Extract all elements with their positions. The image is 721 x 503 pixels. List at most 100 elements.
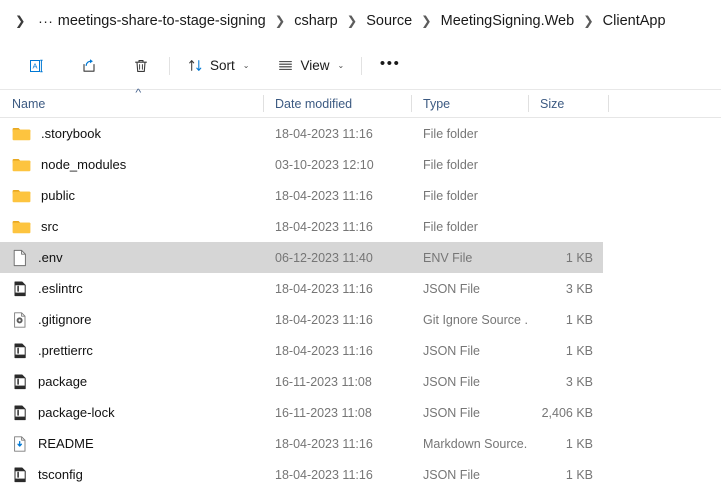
file-date: 18-04-2023 11:16 bbox=[275, 127, 373, 141]
chevron-down-icon: ⌄ bbox=[241, 62, 250, 70]
file-name: .storybook bbox=[41, 126, 101, 141]
folder-icon bbox=[12, 157, 31, 173]
table-row[interactable]: README18-04-2023 11:16Markdown Source...… bbox=[0, 428, 721, 459]
cell-date-modified: 16-11-2023 11:08 bbox=[263, 366, 411, 397]
table-row[interactable]: public 18-04-2023 11:16 File folder bbox=[0, 180, 721, 211]
column-header-date-label: Date modified bbox=[275, 97, 352, 111]
cell-size bbox=[528, 118, 603, 149]
table-row[interactable]: .prettierrc18-04-2023 11:16JSON File1 KB bbox=[0, 335, 721, 366]
table-row[interactable]: src18-04-2023 11:16File folder bbox=[0, 211, 721, 242]
table-row[interactable]: tsconfig18-04-2023 11:16JSON File1 KB bbox=[0, 459, 721, 490]
view-icon bbox=[277, 57, 294, 74]
cell-size: 1 KB bbox=[528, 304, 603, 335]
table-row[interactable]: .env06-12-2023 11:40ENV File1 KB bbox=[0, 242, 721, 273]
json-file-icon bbox=[12, 466, 28, 484]
delete-button[interactable] bbox=[122, 50, 160, 82]
cell-date-modified: 18-04-2023 11:16 bbox=[263, 459, 411, 490]
cell-name: .storybook bbox=[0, 118, 263, 149]
row-content: package16-11-2023 11:08JSON File3 KB bbox=[0, 366, 603, 397]
column-headers: Name Date modified Type Size ^ bbox=[0, 90, 721, 118]
table-row[interactable]: .eslintrc18-04-2023 11:16JSON File3 KB bbox=[0, 273, 721, 304]
column-header-type-label: Type bbox=[423, 97, 450, 111]
column-header-name[interactable]: Name bbox=[0, 90, 263, 117]
file-explorer-window: ❯ ... meetings-share-to-stage-signing ❯ … bbox=[0, 0, 721, 503]
table-row[interactable]: .gitignore18-04-2023 11:16Git Ignore Sou… bbox=[0, 304, 721, 335]
breadcrumb-item-1[interactable]: csharp bbox=[294, 14, 338, 29]
sort-label: Sort bbox=[210, 58, 235, 73]
file-date: 18-04-2023 11:16 bbox=[275, 468, 373, 482]
cell-size bbox=[528, 211, 603, 242]
cell-name: README bbox=[0, 428, 263, 459]
cell-name: .eslintrc bbox=[0, 273, 263, 304]
column-header-size[interactable]: Size bbox=[528, 90, 608, 117]
file-size: 3 KB bbox=[566, 375, 593, 389]
cell-size: 2,406 KB bbox=[528, 397, 603, 428]
cell-date-modified: 18-04-2023 11:16 bbox=[263, 211, 411, 242]
json-file-icon bbox=[12, 404, 28, 422]
file-type: File folder bbox=[423, 189, 478, 203]
table-row[interactable]: node_modules03-10-2023 12:10File folder bbox=[0, 149, 721, 180]
delete-icon bbox=[132, 57, 150, 75]
cell-name: .prettierrc bbox=[0, 335, 263, 366]
table-row[interactable]: .storybook18-04-2023 11:16File folder bbox=[0, 118, 721, 149]
breadcrumb-overflow-button[interactable]: ... bbox=[26, 11, 57, 31]
share-button[interactable] bbox=[70, 50, 108, 82]
cell-type: File folder bbox=[411, 149, 528, 180]
cell-name: public bbox=[0, 180, 263, 211]
file-name: .prettierrc bbox=[38, 343, 93, 358]
sort-icon bbox=[187, 57, 204, 74]
file-date: 16-11-2023 11:08 bbox=[275, 375, 372, 389]
cell-type: JSON File bbox=[411, 335, 528, 366]
table-row[interactable]: package-lock16-11-2023 11:08JSON File2,4… bbox=[0, 397, 721, 428]
file-name: .eslintrc bbox=[38, 281, 83, 296]
column-header-date-modified[interactable]: Date modified bbox=[263, 90, 411, 117]
column-header-spacer[interactable] bbox=[608, 90, 721, 117]
cell-size: 3 KB bbox=[528, 273, 603, 304]
row-content: README18-04-2023 11:16Markdown Source...… bbox=[0, 428, 603, 459]
cell-size: 1 KB bbox=[528, 459, 603, 490]
table-row[interactable]: package16-11-2023 11:08JSON File3 KB bbox=[0, 366, 721, 397]
file-name: package bbox=[38, 374, 87, 389]
file-type: Markdown Source... bbox=[423, 437, 528, 451]
cell-type: Markdown Source... bbox=[411, 428, 528, 459]
breadcrumb: ❯ ... meetings-share-to-stage-signing ❯ … bbox=[0, 0, 721, 42]
cell-size: 3 KB bbox=[528, 366, 603, 397]
breadcrumb-item-3[interactable]: MeetingSigning.Web bbox=[441, 14, 575, 29]
breadcrumb-item-4[interactable]: ClientApp bbox=[603, 14, 666, 29]
chevron-right-icon[interactable]: ❯ bbox=[14, 15, 26, 28]
file-name: public bbox=[41, 188, 75, 203]
toolbar-divider bbox=[169, 57, 170, 75]
row-content: .prettierrc18-04-2023 11:16JSON File1 KB bbox=[0, 335, 603, 366]
breadcrumb-item-2[interactable]: Source bbox=[366, 14, 412, 29]
cell-name: package-lock bbox=[0, 397, 263, 428]
sort-button[interactable]: Sort ⌄ bbox=[179, 50, 257, 82]
row-content: tsconfig18-04-2023 11:16JSON File1 KB bbox=[0, 459, 603, 490]
cell-type: JSON File bbox=[411, 459, 528, 490]
toolbar-divider bbox=[361, 57, 362, 75]
file-name: .gitignore bbox=[38, 312, 91, 327]
row-content: public 18-04-2023 11:16 File folder bbox=[0, 180, 603, 211]
cell-date-modified: 18-04-2023 11:16 bbox=[263, 180, 411, 211]
file-type: JSON File bbox=[423, 468, 480, 482]
file-size: 3 KB bbox=[566, 282, 593, 296]
rename-button[interactable]: A bbox=[18, 50, 56, 82]
config-file-icon bbox=[12, 311, 28, 329]
column-header-size-label: Size bbox=[540, 97, 564, 111]
file-date: 16-11-2023 11:08 bbox=[275, 406, 372, 420]
cell-name: .gitignore bbox=[0, 304, 263, 335]
breadcrumb-item-0[interactable]: meetings-share-to-stage-signing bbox=[58, 14, 266, 29]
file-date: 18-04-2023 11:16 bbox=[275, 344, 373, 358]
file-list: .storybook18-04-2023 11:16File foldernod… bbox=[0, 118, 721, 490]
file-size: 1 KB bbox=[566, 468, 593, 482]
file-type: File folder bbox=[423, 220, 478, 234]
chevron-down-icon: ⌄ bbox=[336, 62, 345, 70]
cell-name: .env bbox=[0, 242, 263, 273]
folder-icon bbox=[12, 188, 31, 204]
row-content: .eslintrc18-04-2023 11:16JSON File3 KB bbox=[0, 273, 603, 304]
column-header-type[interactable]: Type bbox=[411, 90, 528, 117]
row-content: .gitignore18-04-2023 11:16Git Ignore Sou… bbox=[0, 304, 603, 335]
view-button[interactable]: View ⌄ bbox=[269, 50, 352, 82]
more-options-button[interactable]: ••• bbox=[371, 50, 409, 82]
file-date: 03-10-2023 12:10 bbox=[275, 158, 374, 172]
cell-size: 1 KB bbox=[528, 242, 603, 273]
